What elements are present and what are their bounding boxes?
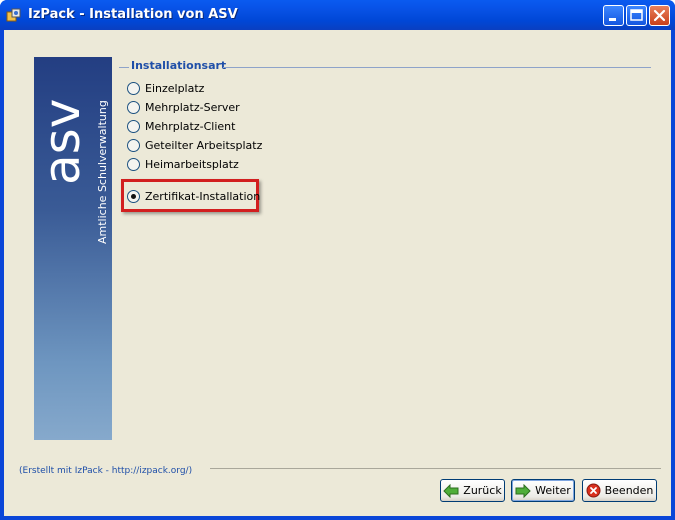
installer-content: asv Amtliche Schulverwaltung Installatio… xyxy=(4,30,671,516)
installer-window: IzPack - Installation von ASV asv Amtlic… xyxy=(0,0,675,520)
radio-button[interactable] xyxy=(127,100,140,114)
quit-button[interactable]: Beenden xyxy=(582,479,657,502)
window-title: IzPack - Installation von ASV xyxy=(28,7,238,22)
banner-subtitle: Amtliche Schulverwaltung xyxy=(96,100,109,244)
asv-banner: asv Amtliche Schulverwaltung xyxy=(34,57,112,440)
title-bar[interactable]: IzPack - Installation von ASV xyxy=(0,0,675,30)
group-border-right xyxy=(223,67,651,68)
group-title: Installationsart xyxy=(131,59,227,72)
radio-label: Einzelplatz xyxy=(145,81,205,95)
back-button[interactable]: Zurück xyxy=(440,479,505,502)
minimize-icon xyxy=(609,18,616,21)
radio-button[interactable] xyxy=(127,119,140,133)
quit-button-label: Beenden xyxy=(604,484,654,497)
red-x-circle-icon xyxy=(586,483,601,498)
radio-button[interactable] xyxy=(127,138,140,152)
next-button-label: Weiter xyxy=(535,484,571,497)
close-button[interactable] xyxy=(649,5,670,26)
izpack-app-icon xyxy=(6,8,21,22)
radio-option-zertifikat-installation[interactable]: Zertifikat-Installation xyxy=(127,187,260,205)
group-border-left xyxy=(119,67,129,68)
radio-option-heimarbeitsplatz[interactable]: Heimarbeitsplatz xyxy=(127,155,239,173)
maximize-icon xyxy=(630,9,643,21)
radio-label: Zertifikat-Installation xyxy=(145,189,261,203)
green-arrow-left-icon xyxy=(443,483,459,498)
izpack-credit: (Erstellt mit IzPack - http://izpack.org… xyxy=(19,466,193,476)
close-icon xyxy=(653,9,666,22)
radio-option-geteilter-arbeitsplatz[interactable]: Geteilter Arbeitsplatz xyxy=(127,136,262,154)
radio-label: Mehrplatz-Client xyxy=(145,119,236,133)
green-arrow-right-icon xyxy=(515,483,531,498)
radio-option-mehrplatz-server[interactable]: Mehrplatz-Server xyxy=(127,98,240,116)
radio-button[interactable] xyxy=(127,81,140,95)
next-button[interactable]: Weiter xyxy=(511,479,575,502)
footer-separator xyxy=(210,468,661,469)
radio-label: Heimarbeitsplatz xyxy=(145,157,239,171)
radio-label: Mehrplatz-Server xyxy=(145,100,240,114)
radio-button[interactable] xyxy=(127,157,140,171)
radio-option-einzelplatz[interactable]: Einzelplatz xyxy=(127,79,204,97)
maximize-button[interactable] xyxy=(626,5,647,26)
back-button-label: Zurück xyxy=(463,484,502,497)
radio-label: Geteilter Arbeitsplatz xyxy=(145,138,263,152)
svg-text:Amtliche Schulverwaltung: Amtliche Schulverwaltung xyxy=(96,100,109,244)
minimize-button[interactable] xyxy=(603,5,624,26)
radio-option-mehrplatz-client[interactable]: Mehrplatz-Client xyxy=(127,117,235,135)
radio-button-selected[interactable] xyxy=(127,189,140,203)
